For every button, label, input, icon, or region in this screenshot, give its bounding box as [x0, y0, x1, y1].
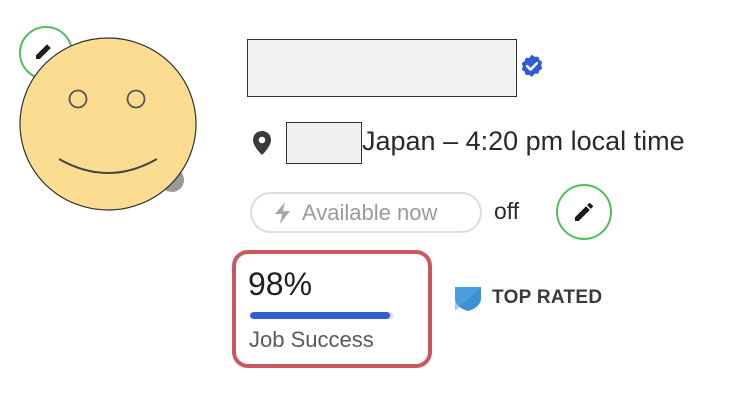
top-rated-badge-label: TOP RATED	[492, 287, 603, 308]
map-pin-icon	[253, 131, 271, 155]
lightning-bolt-icon	[275, 201, 290, 224]
location-time-text: Japan – 4:20 pm local time	[362, 126, 685, 156]
location-city-redacted	[286, 122, 362, 164]
pencil-icon	[575, 202, 593, 221]
job-success-progress-fill	[250, 312, 391, 319]
availability-state: off	[494, 198, 520, 224]
profile-header: Japan – 4:20 pm local time Available now…	[0, 0, 732, 403]
verified-check-icon	[521, 54, 543, 77]
top-rated-shield-icon	[455, 287, 481, 311]
job-success-value: 98%	[248, 266, 313, 302]
availability-label: Available now	[302, 199, 438, 225]
availability-toggle[interactable]: Available now	[250, 192, 482, 233]
avatar	[19, 37, 197, 211]
profile-name-redacted	[247, 39, 517, 97]
edit-availability-button[interactable]	[556, 184, 612, 240]
job-success-label: Job Success	[249, 327, 374, 352]
job-success-progress	[250, 312, 393, 319]
